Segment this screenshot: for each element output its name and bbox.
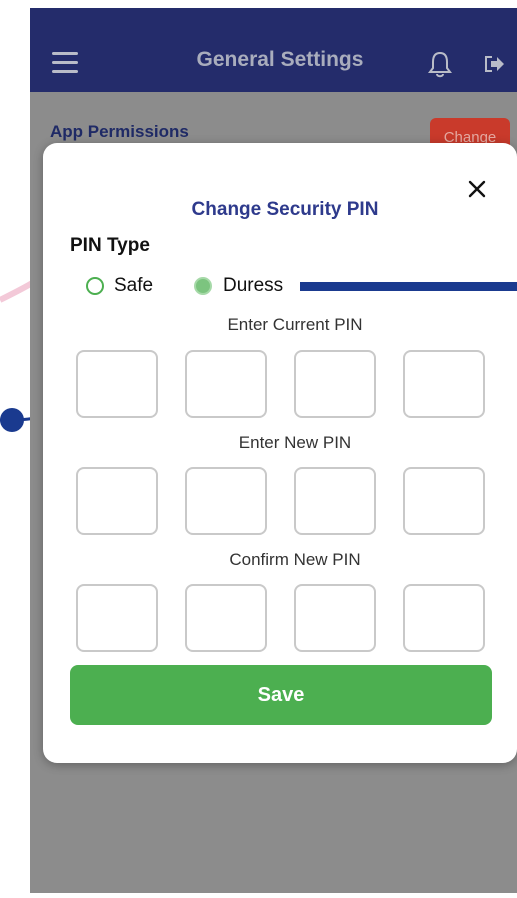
- new-pin-digit-1[interactable]: [76, 467, 158, 535]
- duress-radio-label[interactable]: Duress: [223, 275, 283, 297]
- new-pin-label: Enter New PIN: [238, 433, 352, 452]
- safe-radio-label[interactable]: Safe: [114, 275, 153, 297]
- current-pin-digit-4[interactable]: [403, 350, 485, 418]
- new-pin-digit-2[interactable]: [185, 467, 267, 535]
- confirm-pin-inputs: [76, 584, 486, 652]
- duress-radio[interactable]: [194, 277, 212, 295]
- modal-title: Change Security PIN: [191, 199, 379, 220]
- current-pin-digit-2[interactable]: [185, 350, 267, 418]
- confirm-pin-digit-4[interactable]: [403, 584, 485, 652]
- pin-type-label: PIN Type: [70, 235, 150, 256]
- new-pin-digit-4[interactable]: [403, 467, 485, 535]
- current-pin-inputs: [76, 350, 486, 418]
- current-pin-digit-3[interactable]: [294, 350, 376, 418]
- duress-indicator-bar: [300, 282, 517, 291]
- current-pin-digit-1[interactable]: [76, 350, 158, 418]
- new-pin-inputs: [76, 467, 486, 535]
- decorative-dot: [0, 408, 24, 432]
- bell-icon[interactable]: [427, 50, 453, 78]
- app-root: General Settings App Permissions Change …: [0, 0, 517, 898]
- change-pin-modal: Change Security PIN PIN Type Safe Duress…: [43, 143, 517, 763]
- save-button[interactable]: Save: [70, 665, 492, 725]
- app-header: General Settings: [30, 8, 517, 92]
- new-pin-digit-3[interactable]: [294, 467, 376, 535]
- confirm-pin-label: Confirm New PIN: [229, 550, 361, 569]
- logout-icon[interactable]: [482, 52, 506, 76]
- current-pin-label: Enter Current PIN: [227, 315, 363, 334]
- confirm-pin-digit-3[interactable]: [294, 584, 376, 652]
- hamburger-menu-icon[interactable]: [52, 52, 78, 74]
- confirm-pin-digit-2[interactable]: [185, 584, 267, 652]
- app-permissions-label: App Permissions: [50, 122, 189, 141]
- confirm-pin-digit-1[interactable]: [76, 584, 158, 652]
- safe-radio[interactable]: [86, 277, 104, 295]
- page-title: General Settings: [196, 48, 364, 71]
